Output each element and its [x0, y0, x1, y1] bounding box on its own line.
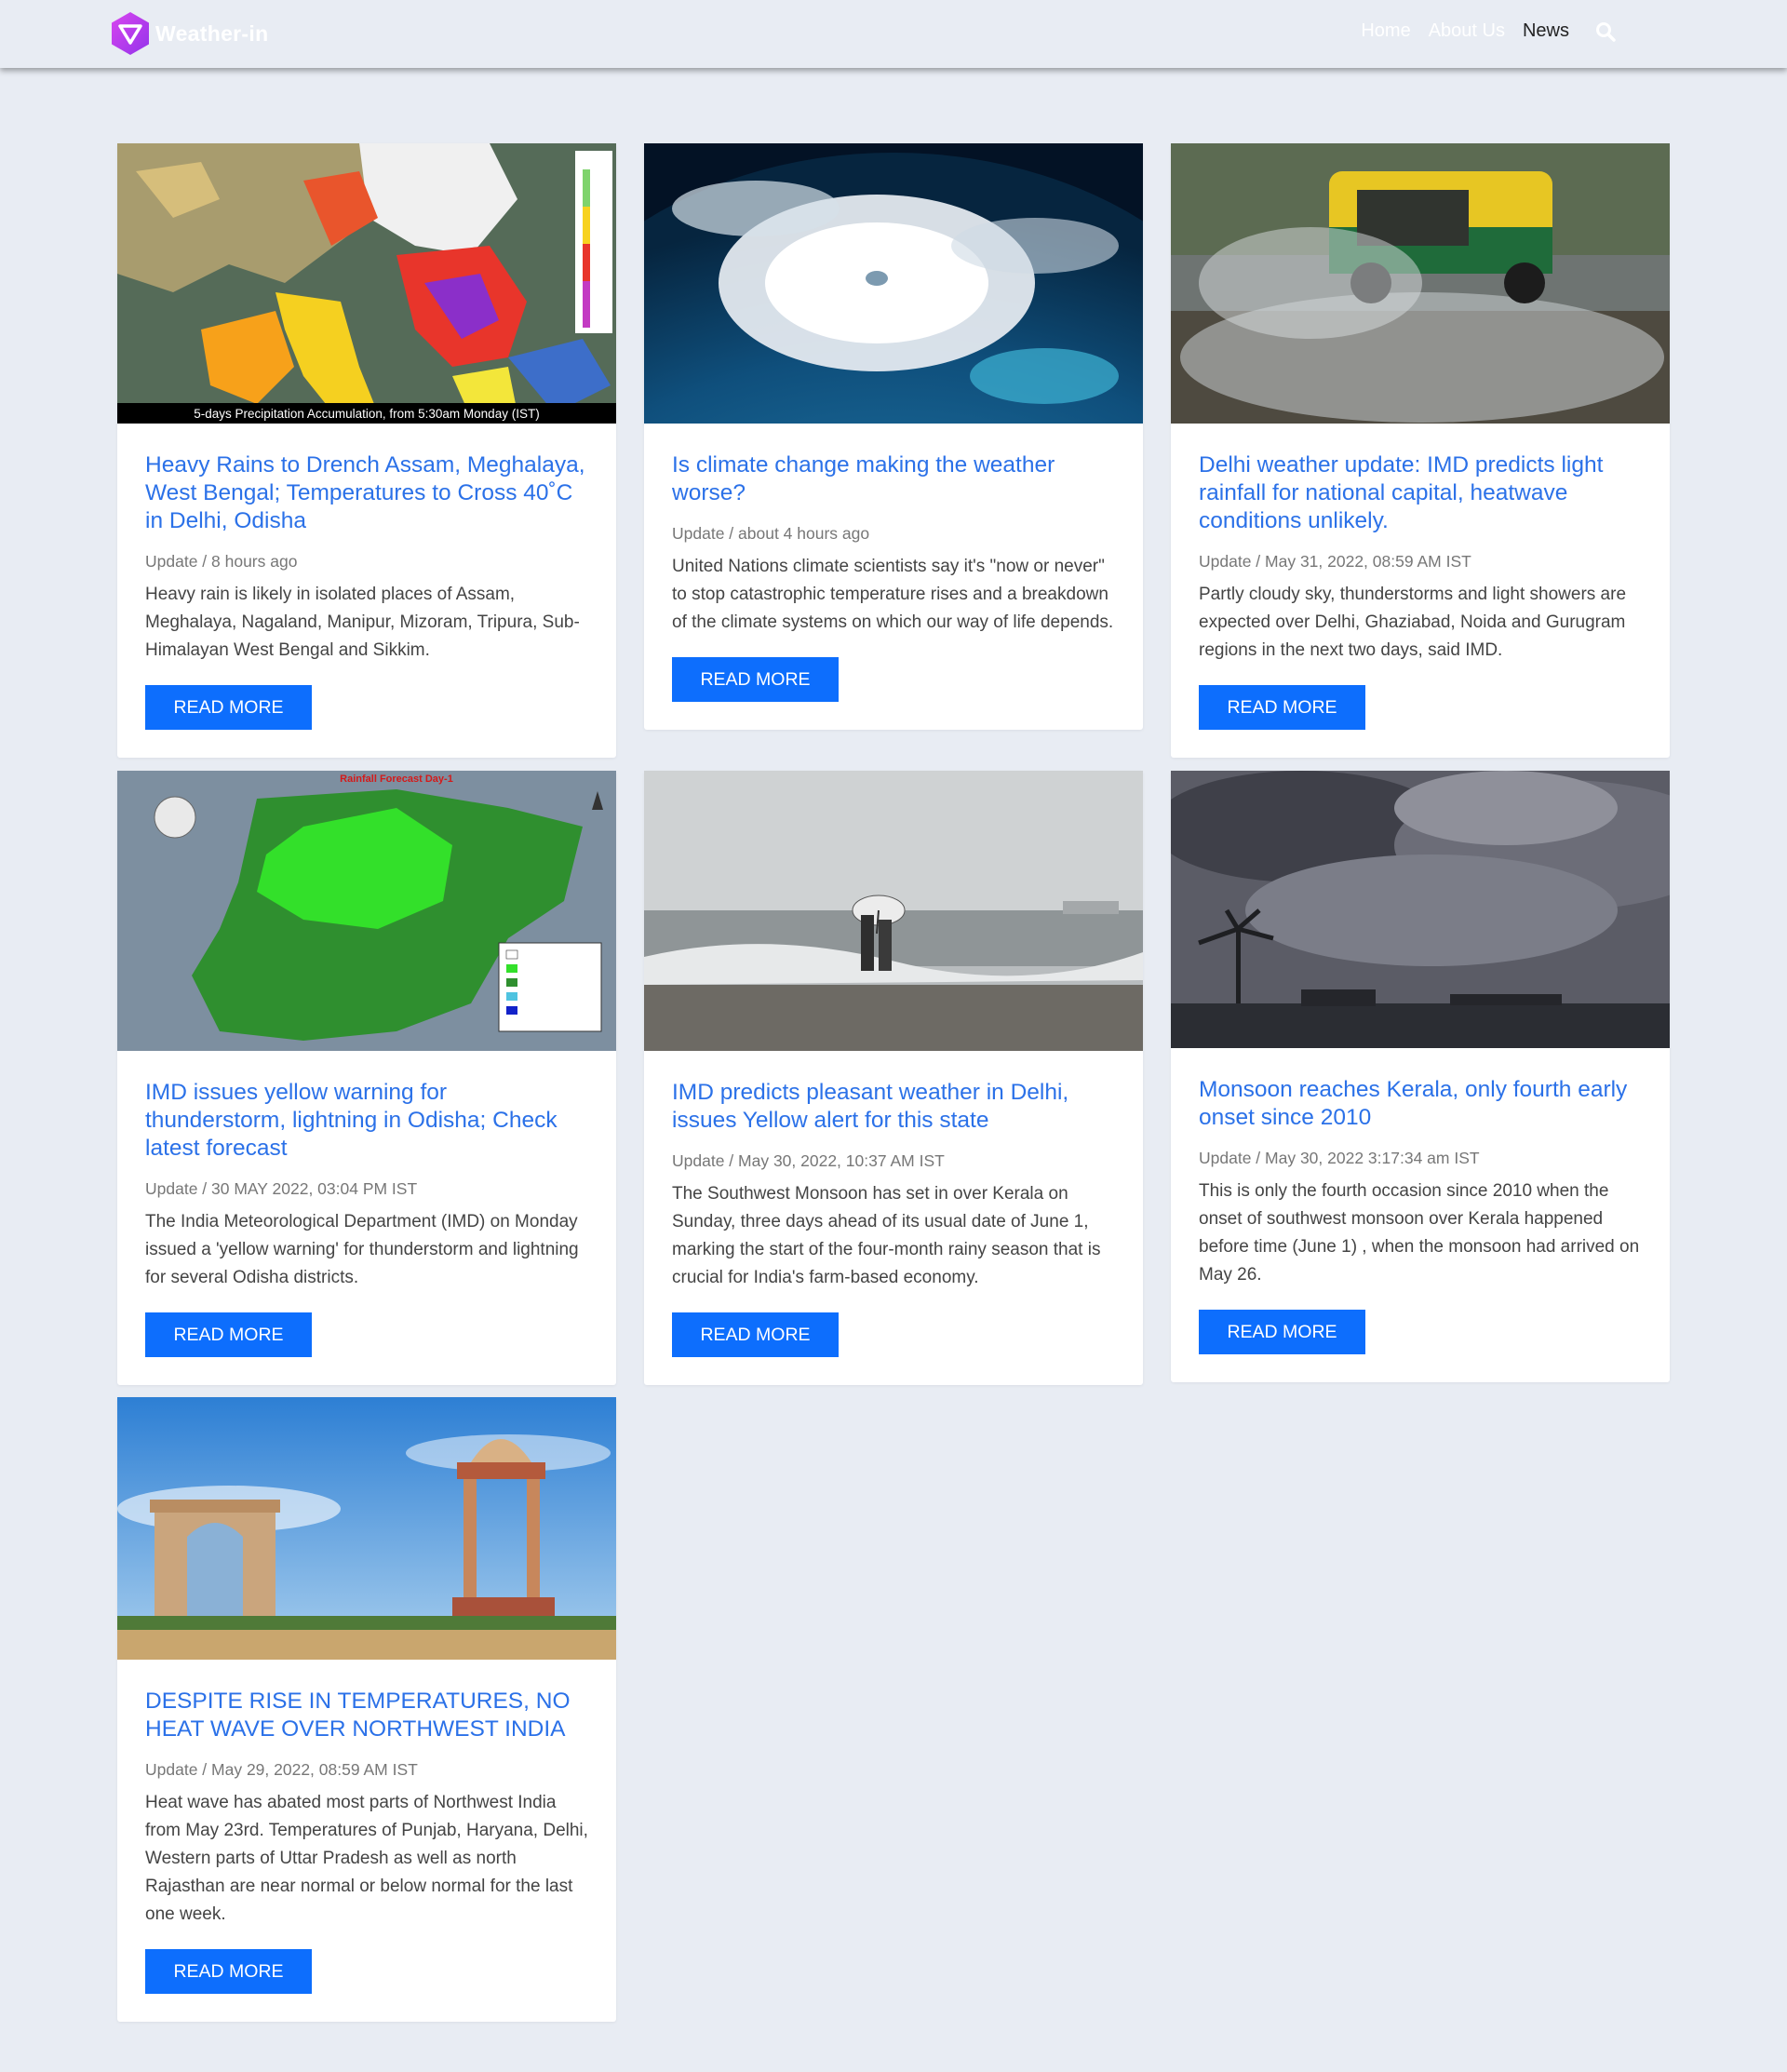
card-title[interactable]: IMD predicts pleasant weather in Delhi, … [672, 1079, 1115, 1135]
brand-name: Weather-in [155, 20, 269, 46]
card-title[interactable]: Monsoon reaches Kerala, only fourth earl… [1199, 1076, 1642, 1132]
card-image-cyclone[interactable] [644, 143, 1143, 424]
card-excerpt: This is only the fourth occasion since 2… [1199, 1181, 1640, 1285]
search-icon[interactable] [1595, 21, 1616, 42]
news-card: Monsoon reaches Kerala, only fourth earl… [1171, 771, 1670, 1382]
map-caption: 5-days Precipitation Accumulation, from … [194, 407, 539, 421]
news-card: Is climate change making the weather wor… [644, 143, 1143, 730]
map-caption: Rainfall Forecast Day-1 [340, 774, 453, 785]
card-meta: Update / 30 MAY 2022, 03:04 PM IST [145, 1179, 418, 1198]
news-card: Rainfall Forecast Day-1 IMD issues yello… [117, 771, 616, 1385]
card-meta: Update / May 31, 2022, 08:59 AM IST [1199, 552, 1471, 571]
read-more-button[interactable]: READ MORE [672, 657, 839, 702]
card-title[interactable]: Delhi weather update: IMD predicts light… [1199, 451, 1642, 535]
read-more-button[interactable]: READ MORE [672, 1312, 839, 1357]
news-card: 5-days Precipitation Accumulation, from … [117, 143, 616, 758]
card-excerpt: Partly cloudy sky, thunderstorms and lig… [1199, 585, 1627, 660]
news-card: Delhi weather update: IMD predicts light… [1171, 143, 1670, 758]
card-title[interactable]: Is climate change making the weather wor… [672, 451, 1115, 507]
nav-news[interactable]: News [1523, 20, 1569, 42]
card-image-auto-rickshaw-rain[interactable] [1171, 143, 1670, 424]
main-nav: Home About Us News [1343, 20, 1616, 42]
brand-logo-icon [112, 12, 149, 55]
read-more-button[interactable]: READ MORE [145, 1312, 312, 1357]
card-title[interactable]: DESPITE RISE IN TEMPERATURES, NO HEAT WA… [145, 1688, 588, 1743]
card-meta: Update / May 29, 2022, 08:59 AM IST [145, 1760, 418, 1779]
card-image-monsoon-clouds[interactable] [1171, 771, 1670, 1048]
card-title[interactable]: IMD issues yellow warning for thundersto… [145, 1079, 588, 1163]
card-excerpt: Heat wave has abated most parts of North… [145, 1793, 588, 1924]
card-image-india-gate[interactable] [117, 1397, 616, 1660]
news-card: DESPITE RISE IN TEMPERATURES, NO HEAT WA… [117, 1397, 616, 2022]
card-excerpt: The Southwest Monsoon has set in over Ke… [672, 1184, 1101, 1287]
card-excerpt: Heavy rain is likely in isolated places … [145, 585, 580, 660]
read-more-button[interactable]: READ MORE [1199, 1310, 1365, 1354]
card-image-precipitation-map[interactable]: 5-days Precipitation Accumulation, from … [117, 143, 616, 424]
brand[interactable]: Weather-in [107, 9, 268, 58]
card-image-odisha-forecast-map[interactable]: Rainfall Forecast Day-1 [117, 771, 616, 1051]
card-meta: Update / May 30, 2022, 10:37 AM IST [672, 1151, 945, 1170]
read-more-button[interactable]: READ MORE [1199, 685, 1365, 730]
read-more-button[interactable]: READ MORE [145, 1949, 312, 1994]
news-card: IMD predicts pleasant weather in Delhi, … [644, 771, 1143, 1385]
nav-about-us[interactable]: About Us [1429, 20, 1505, 42]
card-excerpt: The India Meteorological Department (IMD… [145, 1212, 579, 1287]
read-more-button[interactable]: READ MORE [145, 685, 312, 730]
nav-home[interactable]: Home [1361, 20, 1410, 42]
top-navbar: Weather-in Home About Us News [0, 0, 1787, 68]
card-image-beach-umbrella[interactable] [644, 771, 1143, 1051]
card-excerpt: United Nations climate scientists say it… [672, 557, 1114, 632]
card-meta: Update / 8 hours ago [145, 552, 298, 571]
card-title[interactable]: Heavy Rains to Drench Assam, Meghalaya, … [145, 451, 588, 535]
card-meta: Update / about 4 hours ago [672, 524, 870, 543]
card-meta: Update / May 30, 2022 3:17:34 am IST [1199, 1149, 1480, 1167]
